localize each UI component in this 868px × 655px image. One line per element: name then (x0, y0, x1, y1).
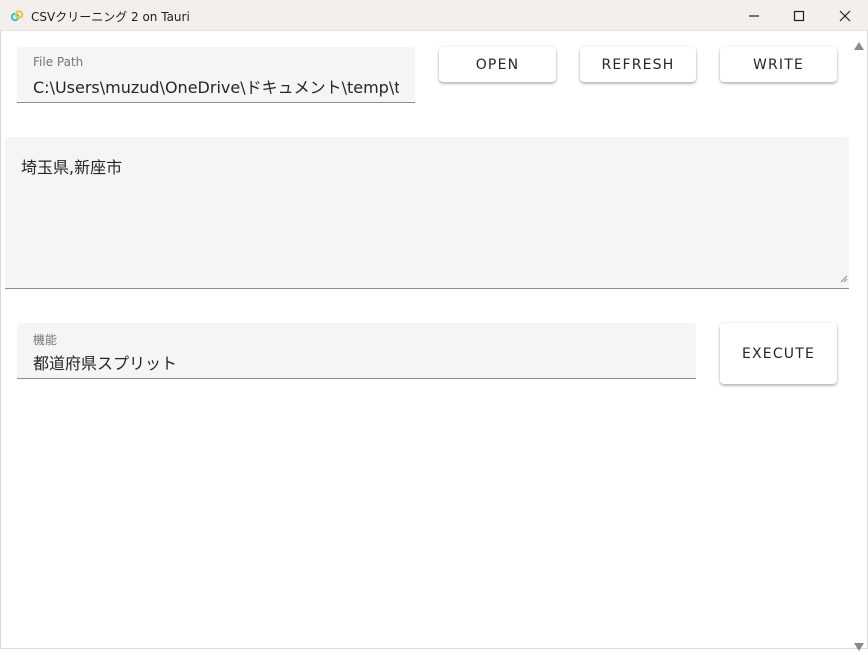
execute-button[interactable]: EXECUTE (720, 323, 837, 384)
refresh-button[interactable]: REFRESH (580, 47, 696, 82)
open-button[interactable]: OPEN (439, 47, 556, 82)
minimize-button[interactable] (731, 0, 777, 31)
function-select-label: 機能 (33, 333, 58, 347)
minimize-icon (749, 15, 759, 17)
file-path-label: File Path (33, 55, 84, 69)
close-icon (839, 10, 851, 22)
csv-preview-textarea[interactable]: 埼玉県,新座市 (5, 137, 849, 289)
tauri-logo-icon (10, 8, 24, 22)
file-path-input[interactable]: C:\Users\muzud\OneDrive\ドキュメント\temp\temp (33, 74, 399, 98)
maximize-button[interactable] (776, 0, 822, 31)
title-bar: CSVクリーニング 2 on Tauri (0, 0, 868, 31)
write-button[interactable]: WRITE (720, 47, 837, 82)
function-select[interactable]: 機能 都道府県スプリット (17, 323, 696, 379)
scroll-down-arrow-icon[interactable] (854, 636, 864, 655)
scroll-up-arrow-icon[interactable] (854, 35, 864, 54)
function-select-value[interactable]: 都道府県スプリット (33, 350, 680, 374)
maximize-icon (793, 10, 805, 22)
resize-handle-icon[interactable] (840, 268, 848, 287)
csv-preview-text: 埼玉県,新座市 (21, 158, 123, 177)
file-path-field[interactable]: File Path C:\Users\muzud\OneDrive\ドキュメント… (17, 47, 415, 103)
close-button[interactable] (822, 0, 868, 31)
window-title: CSVクリーニング 2 on Tauri (31, 10, 190, 24)
